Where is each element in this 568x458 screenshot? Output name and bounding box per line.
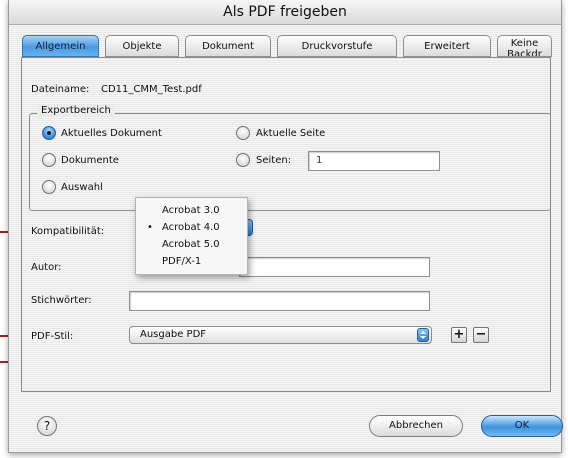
filename-value: CD11_CMM_Test.pdf <box>101 84 202 95</box>
radio-pages[interactable] <box>236 153 250 167</box>
export-range-title: Exportbereich <box>37 105 115 116</box>
help-button[interactable]: ? <box>37 416 57 436</box>
keywords-input[interactable] <box>129 291 430 311</box>
radio-current-document-label[interactable]: Aktuelles Dokument <box>61 128 162 139</box>
pages-input[interactable]: 1 <box>308 151 440 171</box>
author-label: Autor: <box>31 262 62 273</box>
radio-current-page-label[interactable]: Aktuelle Seite <box>256 128 325 139</box>
tab-keine-backdrop[interactable]: Keine Backdr <box>497 35 552 57</box>
filename-label: Dateiname: <box>31 84 90 95</box>
pdf-style-value: Ausgabe PDF <box>140 329 207 340</box>
window-title: Als PDF freigeben <box>223 4 347 20</box>
compatibility-menu: Acrobat 3.0 • Acrobat 4.0 Acrobat 5.0 PDF… <box>135 197 248 275</box>
ok-button[interactable]: OK <box>481 415 563 437</box>
tab-dokument[interactable]: Dokument <box>185 35 271 57</box>
keywords-label: Stichwörter: <box>31 295 92 306</box>
tab-erweitert[interactable]: Erweitert <box>403 35 491 57</box>
pdf-style-popup[interactable]: Ausgabe PDF <box>129 326 432 344</box>
radio-selection[interactable] <box>42 180 56 194</box>
cancel-button[interactable]: Abbrechen <box>369 415 463 437</box>
tab-objekte[interactable]: Objekte <box>105 35 179 57</box>
compatibility-label: Kompatibilität: <box>31 226 105 237</box>
popup-arrows-icon <box>417 328 429 342</box>
radio-documents-label[interactable]: Dokumente <box>61 155 119 166</box>
menu-item-acrobat-3[interactable]: Acrobat 3.0 <box>136 203 249 219</box>
menu-item-acrobat-5[interactable]: Acrobat 5.0 <box>136 237 249 253</box>
radio-pages-label[interactable]: Seiten: <box>256 155 291 166</box>
radio-documents[interactable] <box>42 153 56 167</box>
check-mark-icon: • <box>147 222 153 233</box>
pdf-style-label: PDF-Stil: <box>31 331 74 342</box>
menu-item-pdfx-1[interactable]: PDF/X-1 <box>136 254 249 270</box>
tab-druckvorstufe[interactable]: Druckvorstufe <box>277 35 397 57</box>
radio-current-document[interactable] <box>42 126 56 140</box>
radio-current-page[interactable] <box>236 126 250 140</box>
radio-selection-label[interactable]: Auswahl <box>61 182 103 193</box>
title-bar: Als PDF freigeben <box>9 0 561 25</box>
tab-allgemein[interactable]: Allgemein <box>22 35 99 57</box>
author-input[interactable] <box>239 257 430 277</box>
menu-item-acrobat-4[interactable]: • Acrobat 4.0 <box>136 220 249 236</box>
remove-pdf-style-button[interactable]: − <box>473 327 489 343</box>
add-pdf-style-button[interactable]: + <box>451 327 467 343</box>
dialog-window: Als PDF freigeben Allgemein Objekte Doku… <box>8 0 563 453</box>
